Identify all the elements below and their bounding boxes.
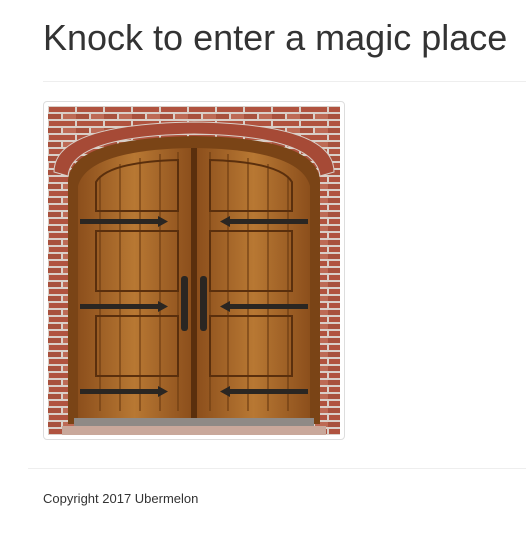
page-title: Knock to enter a magic place [43,17,508,58]
door-image[interactable] [48,106,340,435]
threshold [74,418,314,426]
left-door-leaf [78,148,191,418]
page: Knock to enter a magic place Copyright 2… [0,0,526,535]
page-header: Knock to enter a magic place [43,0,526,82]
left-door-handle [181,276,188,331]
footer-copyright: Copyright 2017 Ubermelon [43,491,199,506]
footer-divider [28,468,526,469]
right-door-handle [200,276,207,331]
right-door-leaf [197,148,310,418]
door-image-thumbnail[interactable] [43,101,345,440]
